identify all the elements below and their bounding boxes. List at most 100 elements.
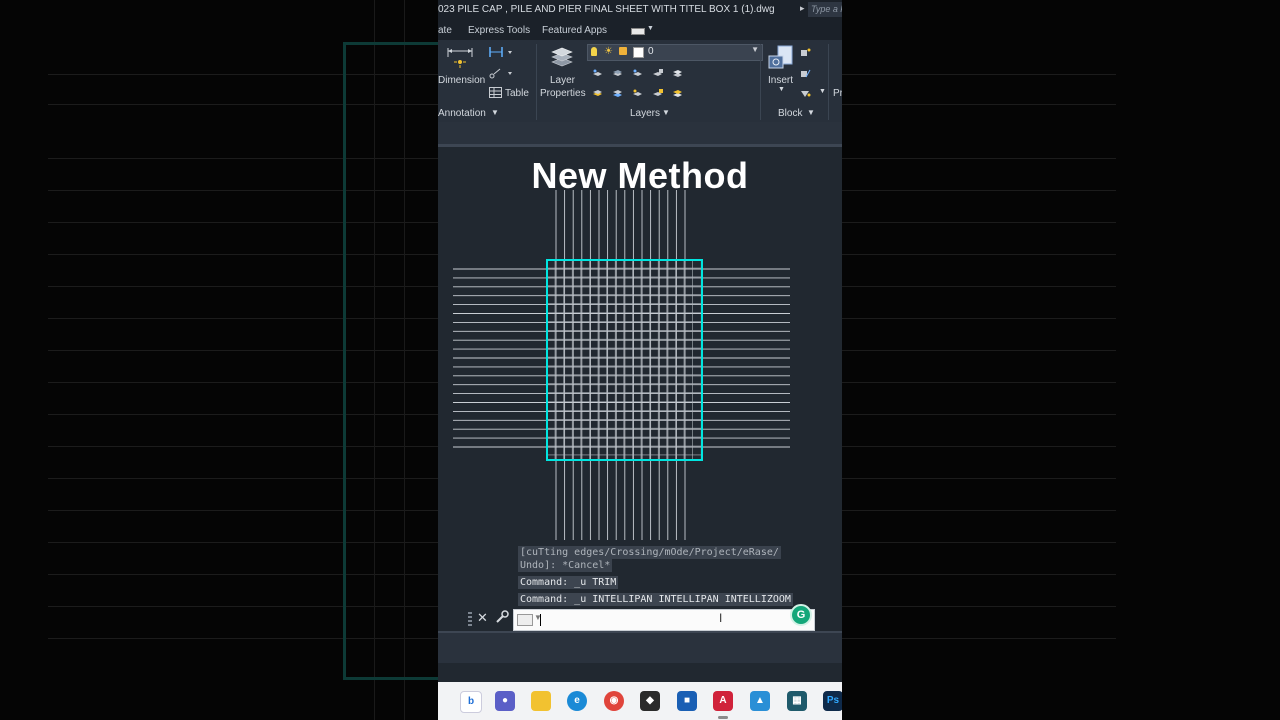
block-panel-label[interactable]: Block: [778, 108, 802, 119]
bg-grid-line: [48, 638, 438, 639]
sun-icon: ☀: [604, 46, 613, 57]
bg-grid-line: [48, 158, 438, 159]
bg-grid-line: [842, 510, 1116, 511]
layer-properties-button[interactable]: Layer: [550, 75, 575, 86]
layer-isolate-icon[interactable]: [612, 69, 623, 78]
bg-grid-line: [48, 574, 438, 575]
chrome-icon[interactable]: ◉: [604, 691, 624, 711]
bg-grid-line: [48, 254, 438, 255]
command-history-line: Command: _u TRIM: [518, 576, 619, 589]
layer-dropdown[interactable]: ☀ 0 ▼: [587, 44, 763, 61]
linear-dimension-icon[interactable]: [488, 46, 512, 58]
create-block-icon[interactable]: [800, 48, 811, 57]
grammarly-icon[interactable]: G: [790, 604, 812, 626]
current-layer-name: 0: [648, 46, 654, 57]
layer-lock-icon[interactable]: [652, 69, 663, 78]
title-bar: 023 PILE CAP , PILE AND PIER FINAL SHEET…: [438, 0, 842, 20]
edge-icon[interactable]: e: [567, 691, 587, 711]
bg-teal-edge: [343, 42, 346, 680]
tab-featured-apps[interactable]: Featured Apps: [542, 25, 607, 36]
sequence-icon[interactable]: ▦: [787, 691, 807, 711]
dimension-button[interactable]: Dimension: [438, 75, 485, 86]
leader-icon[interactable]: [488, 67, 512, 79]
window-title: 023 PILE CAP , PILE AND PIER FINAL SHEET…: [438, 4, 775, 15]
bg-grid-line: [842, 158, 1116, 159]
tab-annotate[interactable]: ate: [438, 25, 452, 36]
layer-merge-icon[interactable]: [672, 89, 683, 98]
layer-previous-icon[interactable]: [592, 89, 603, 98]
bg-grid-line: [842, 574, 1116, 575]
block-attribute-icon[interactable]: [800, 89, 811, 98]
layer-properties-label[interactable]: Properties: [540, 88, 586, 99]
photoshop-icon[interactable]: Ps: [823, 691, 842, 711]
lock-icon: [619, 47, 627, 55]
close-icon[interactable]: ✕: [477, 610, 488, 626]
unity-icon[interactable]: ◆: [640, 691, 660, 711]
bg-grid-line: [48, 190, 438, 191]
background-right: [842, 0, 1280, 720]
command-line-bar: ✕ ▼: [438, 607, 842, 631]
chevron-down-icon[interactable]: ▼: [807, 108, 815, 117]
bg-grid-line: [48, 606, 438, 607]
chevron-down-icon[interactable]: ▼: [819, 88, 826, 95]
bg-grid-line: [842, 350, 1116, 351]
layer-properties-icon: [551, 47, 573, 67]
dimension-icon: [447, 48, 473, 68]
bg-grid-line: [842, 542, 1116, 543]
tab-express-tools[interactable]: Express Tools: [468, 25, 530, 36]
layer-off-icon[interactable]: [592, 69, 603, 78]
teams-icon[interactable]: ●: [495, 691, 515, 711]
layer-freeze-icon[interactable]: [632, 69, 643, 78]
workspace-icon[interactable]: [631, 28, 645, 35]
command-input[interactable]: ▼: [513, 609, 815, 631]
insert-block-icon: [768, 45, 793, 69]
search-box[interactable]: Type a k: [808, 2, 842, 17]
wrench-icon[interactable]: [495, 610, 509, 624]
bg-grid-line: [842, 222, 1116, 223]
autocad-window: 023 PILE CAP , PILE AND PIER FINAL SHEET…: [438, 0, 842, 720]
chevron-down-icon[interactable]: ▼: [778, 86, 785, 93]
bg-grid-line: [842, 606, 1116, 607]
chevron-down-icon[interactable]: ▼: [491, 108, 499, 117]
status-bar: [438, 631, 842, 663]
ribbon-tabs: ate Express Tools Featured Apps ▼: [438, 20, 842, 40]
edit-block-icon[interactable]: [800, 69, 811, 78]
bg-grid-line: [842, 286, 1116, 287]
sketchup-icon[interactable]: ▲: [750, 691, 770, 711]
bg-grid-line: [48, 382, 438, 383]
chevron-down-icon[interactable]: ▼: [647, 25, 654, 32]
bg-grid-line: [842, 638, 1116, 639]
layer-match-icon[interactable]: [672, 69, 683, 78]
table-button[interactable]: Table: [505, 88, 529, 99]
file-explorer-icon[interactable]: [531, 691, 551, 711]
panel-divider: [536, 44, 537, 120]
recent-commands-icon[interactable]: [517, 614, 533, 626]
bg-grid-line: [842, 318, 1116, 319]
bg-grid-line: [842, 74, 1116, 75]
bg-grid-line: [842, 382, 1116, 383]
drag-grip-icon[interactable]: [468, 612, 472, 626]
layer-thaw-icon[interactable]: [632, 89, 643, 98]
insert-button[interactable]: Insert: [768, 75, 793, 86]
bg-teal-edge: [343, 677, 438, 680]
ribbon: Dimension Table Annotation ▼ Layer Prope…: [438, 40, 842, 122]
store-icon[interactable]: ■: [677, 691, 697, 711]
bg-grid-line: [48, 478, 438, 479]
bg-grid-line: [48, 222, 438, 223]
panel-divider: [760, 44, 761, 120]
ibeam-cursor-icon: I: [719, 611, 723, 625]
bg-grid-line: [842, 254, 1116, 255]
autocad-icon[interactable]: A: [713, 691, 733, 711]
chevron-down-icon[interactable]: ▼: [662, 108, 670, 117]
annotation-panel-label[interactable]: Annotation: [438, 108, 486, 119]
bg-grid-line: [48, 414, 438, 415]
active-app-indicator: [718, 716, 728, 719]
bg-grid-line: [48, 446, 438, 447]
expand-arrow-icon[interactable]: ▸: [800, 3, 805, 14]
bg-teal-edge: [343, 42, 438, 45]
properties-button-cut-off[interactable]: Pr: [833, 88, 842, 99]
bing-icon[interactable]: b: [460, 691, 482, 713]
layers-panel-label[interactable]: Layers: [630, 108, 660, 119]
layer-walk-icon[interactable]: [612, 89, 623, 98]
layer-unlock-icon[interactable]: [652, 89, 663, 98]
